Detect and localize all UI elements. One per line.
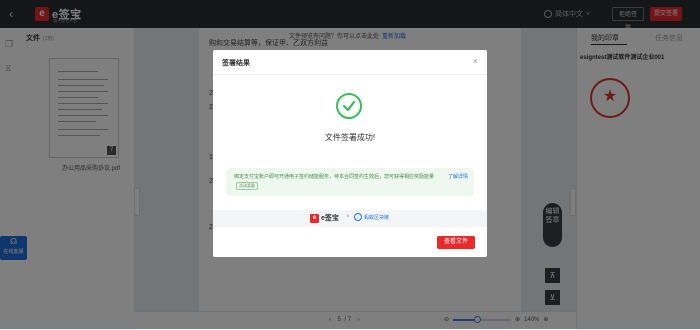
reward-info-text: 绑定支付宝账户即可开通电子签约储能服务，待本合同签约生效后，您可获得相应奖励能量… <box>234 174 435 190</box>
close-icon[interactable]: × <box>473 56 478 66</box>
esign-brand-text: e签宝 <box>321 215 339 222</box>
esign-logo-icon: e <box>310 213 319 223</box>
success-check-icon <box>336 93 362 119</box>
view-file-button[interactable]: 查看文件 <box>437 236 475 249</box>
antchain-brand-text: 蚂蚁区块链 <box>364 214 390 221</box>
learn-more-link[interactable]: 了解详情 <box>448 173 468 182</box>
reward-tag: 活动奖励 <box>236 182 258 190</box>
sign-result-dialog: 签署结果 × 文件签署成功! 绑定支付宝账户即可开通电子签约储能服务，待本合同签… <box>213 50 487 257</box>
dialog-header: 签署结果 × <box>213 50 487 75</box>
antchain-logo-icon <box>354 213 362 221</box>
success-message: 文件签署成功! <box>324 133 376 142</box>
brand-strip: e e签宝 × 蚂蚁区块链 <box>213 210 487 227</box>
dialog-title: 签署结果 <box>222 60 250 67</box>
brand-separator: × <box>346 214 350 220</box>
antchain-brand: 蚂蚁区块链 <box>354 213 389 221</box>
reward-info-box: 绑定支付宝账户即可开通电子签约储能服务，待本合同签约生效后，您可获得相应奖励能量… <box>226 168 474 196</box>
esign-brand: e e签宝 <box>310 213 339 223</box>
